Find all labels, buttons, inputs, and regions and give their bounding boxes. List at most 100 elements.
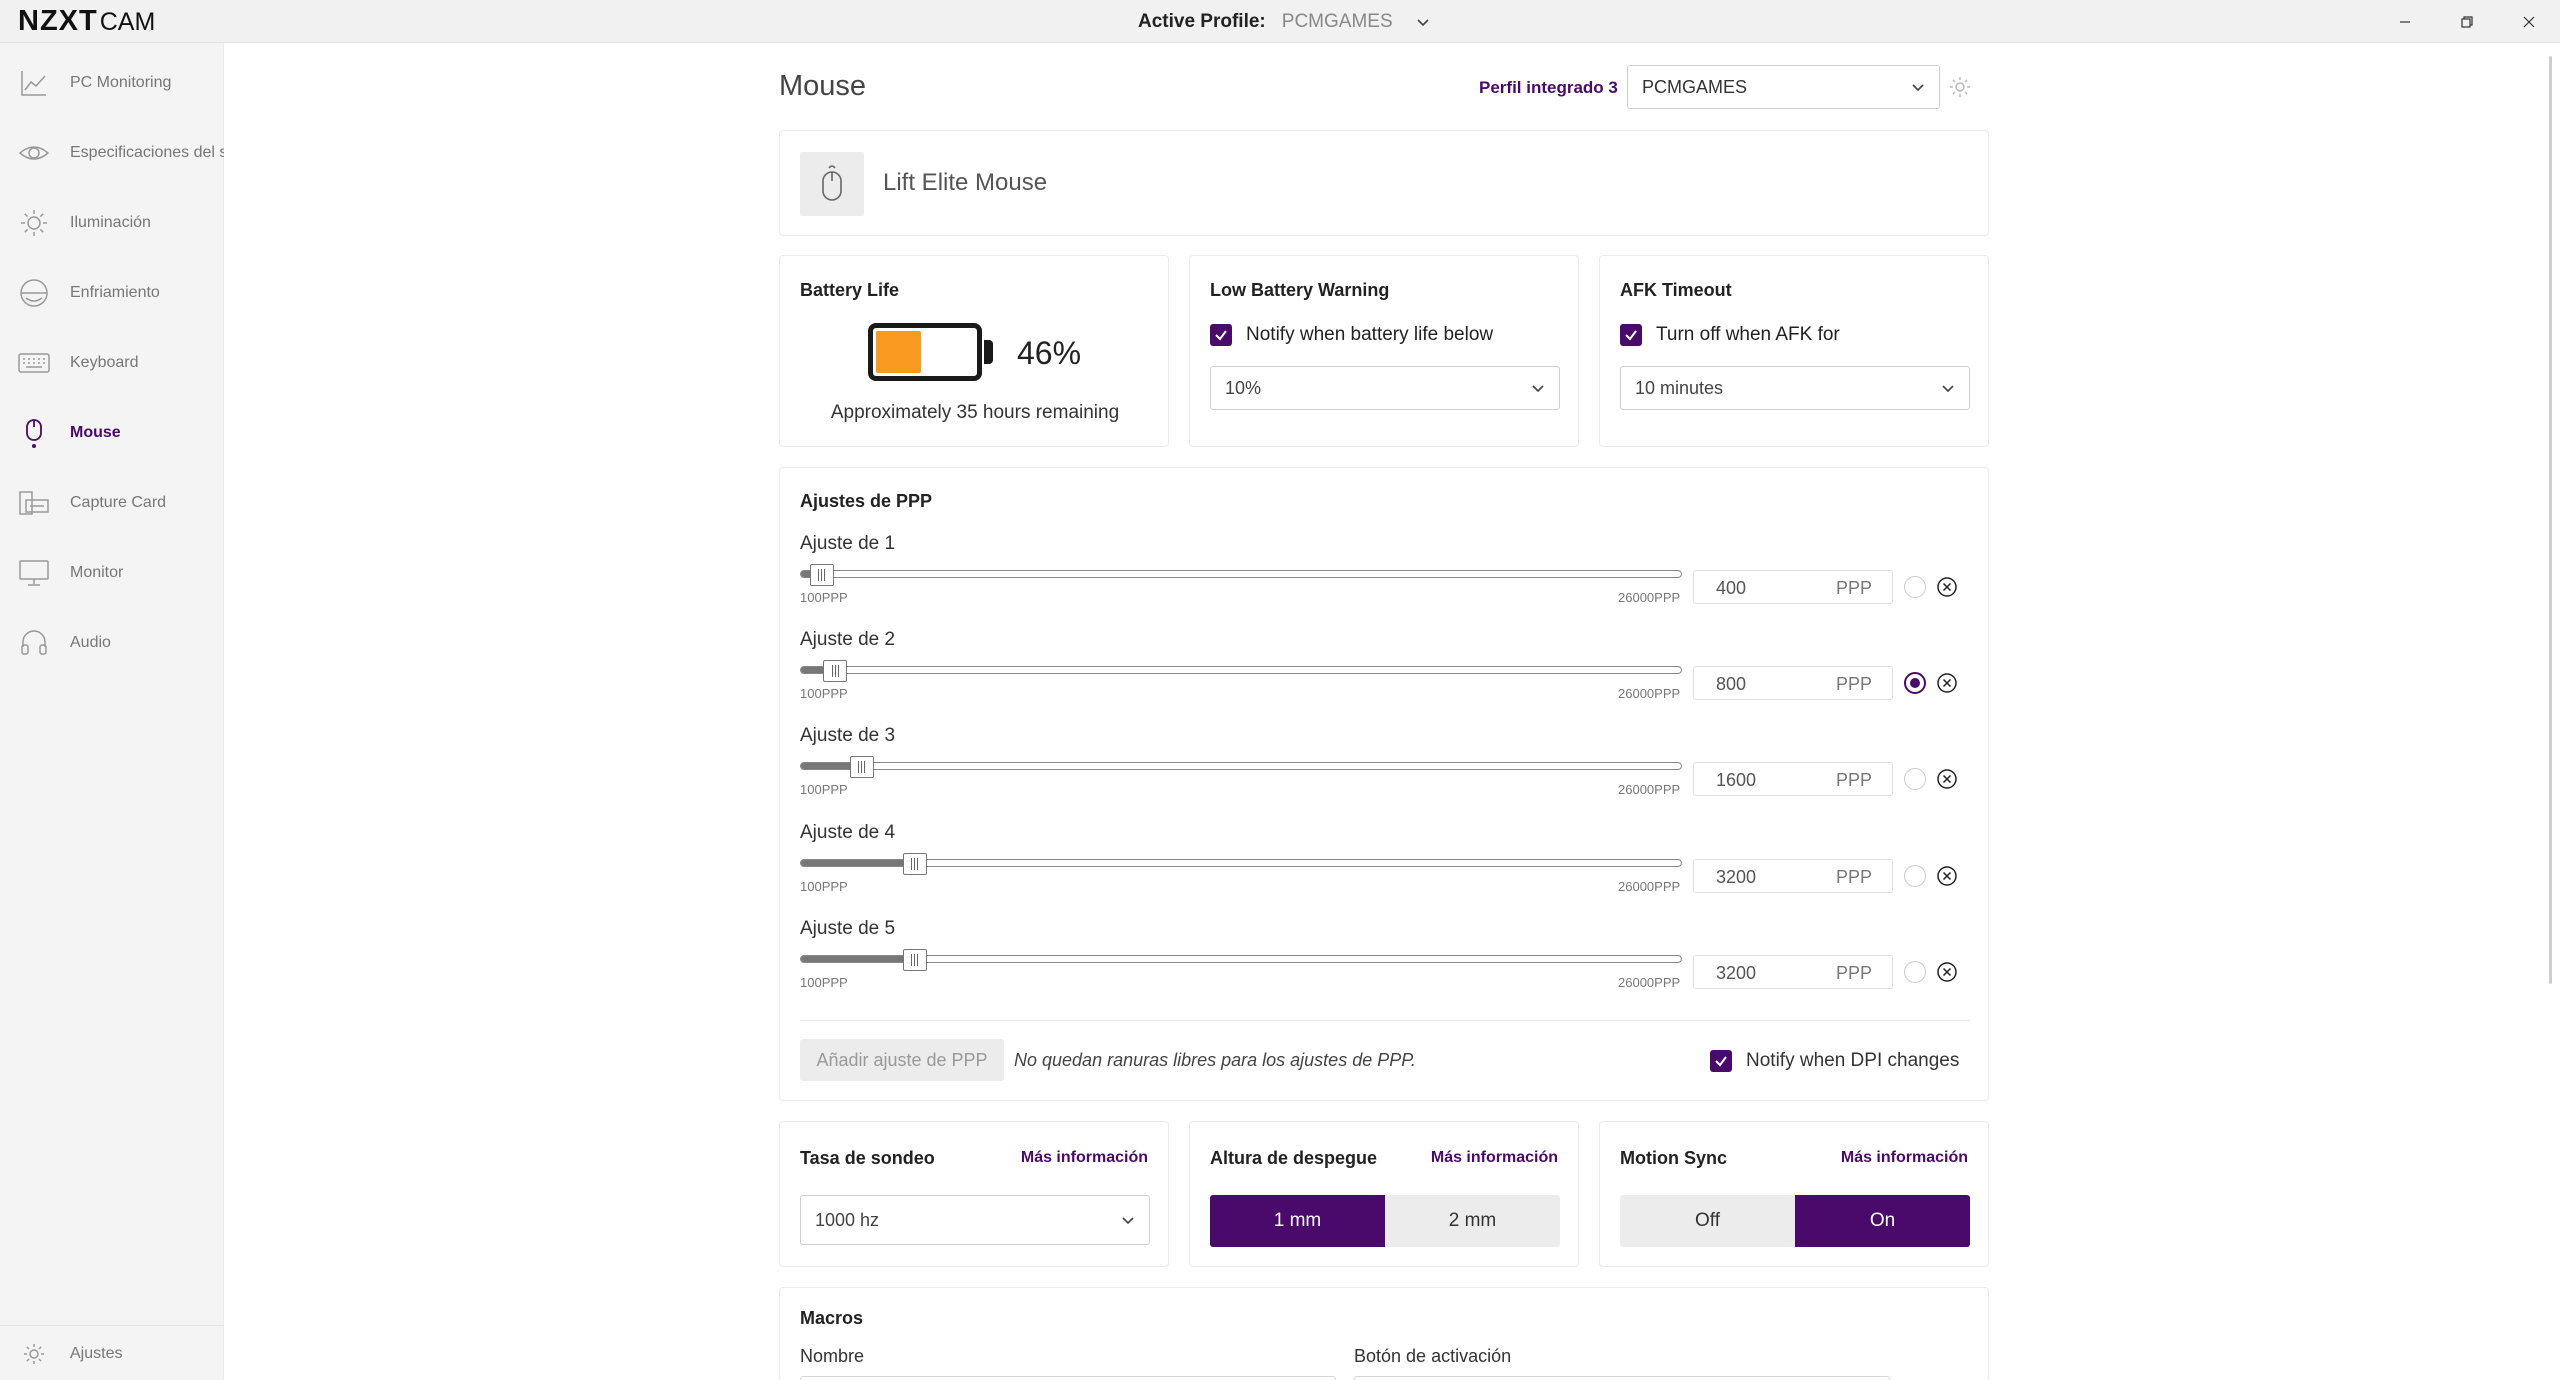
- dpi-value-input[interactable]: 1600 PPP: [1693, 762, 1893, 796]
- window-controls: [2374, 0, 2560, 43]
- dpi-value: 1600: [1716, 770, 1757, 790]
- remove-circle-icon[interactable]: [1936, 961, 1958, 983]
- dpi-value: 800: [1716, 674, 1747, 694]
- sidebar-item-system-specs[interactable]: Especificaciones del sistema: [0, 123, 224, 183]
- lift-off-option-2mm[interactable]: 2 mm: [1385, 1195, 1560, 1247]
- motion-sync-more-info-link[interactable]: Más información: [1841, 1149, 1968, 1167]
- motion-sync-option-off[interactable]: Off: [1620, 1195, 1795, 1247]
- polling-more-info-link[interactable]: Más información: [1021, 1149, 1148, 1167]
- checkmark-icon: [1625, 330, 1637, 341]
- afk-checkbox[interactable]: [1620, 324, 1642, 346]
- close-button[interactable]: [2498, 0, 2560, 43]
- low-battery-checkbox-row[interactable]: Notify when battery life below: [1210, 324, 1493, 346]
- sidebar-item-pc-monitoring[interactable]: PC Monitoring: [0, 53, 224, 113]
- macro-trigger-input[interactable]: [1354, 1376, 1890, 1380]
- dpi-unit: PPP: [1835, 578, 1872, 598]
- chart-line-icon: [17, 66, 51, 100]
- dpi-value-input[interactable]: 3200 PPP: [1693, 955, 1893, 989]
- macro-name-input[interactable]: [800, 1376, 1336, 1380]
- dpi-value-input[interactable]: 400 PPP: [1693, 570, 1893, 604]
- motion-sync-option-on[interactable]: On: [1795, 1195, 1970, 1247]
- dpi-slider-thumb[interactable]: [809, 564, 834, 586]
- low-battery-checkbox[interactable]: [1210, 324, 1232, 346]
- profile-select[interactable]: PCMGAMES: [1627, 65, 1940, 109]
- lift-off-segmented-control: 1 mm 2 mm: [1210, 1195, 1560, 1247]
- dpi-slider-track[interactable]: [800, 859, 1682, 867]
- dpi-stage-select-radio[interactable]: [1904, 672, 1926, 694]
- device-card: Lift Elite Mouse: [779, 130, 1989, 236]
- macros-name-column: Nombre: [800, 1346, 865, 1366]
- dpi-slider-thumb[interactable]: [849, 756, 874, 778]
- dpi-min-label: 100PPP: [800, 879, 848, 894]
- active-profile-value: PCMGAMES: [1281, 11, 1393, 32]
- sidebar-item-label: Keyboard: [70, 354, 139, 371]
- lift-off-distance-card: Altura de despegue Más información 1 mm …: [1189, 1121, 1579, 1267]
- logo-light: CAM: [99, 8, 156, 36]
- remove-circle-icon[interactable]: [1936, 865, 1958, 887]
- dpi-slider-thumb[interactable]: [823, 660, 848, 682]
- battery-percent: 46%: [1017, 335, 1082, 371]
- dpi-slider-track[interactable]: [800, 666, 1682, 674]
- sidebar-item-label: Mouse: [70, 424, 121, 441]
- dpi-stage-select-radio[interactable]: [1904, 865, 1926, 887]
- sidebar-item-label: Enfriamiento: [70, 284, 160, 301]
- polling-rate-value: 1000 hz: [815, 1209, 880, 1230]
- dpi-stage-select-radio[interactable]: [1904, 576, 1926, 598]
- low-battery-threshold-select[interactable]: 10%: [1210, 366, 1560, 410]
- notify-dpi-checkbox[interactable]: [1710, 1050, 1732, 1072]
- active-profile-picker[interactable]: Active Profile: PCMGAMES: [1138, 9, 1431, 35]
- remove-circle-icon[interactable]: [1936, 576, 1958, 598]
- sidebar-item-monitor[interactable]: Monitor: [0, 543, 224, 603]
- notify-dpi-checkbox-row[interactable]: Notify when DPI changes: [1710, 1050, 1959, 1072]
- dpi-slider-fill: [801, 860, 910, 866]
- sidebar-item-mouse[interactable]: Mouse: [0, 403, 224, 463]
- dpi-slider-thumb[interactable]: [902, 949, 927, 971]
- vertical-scrollbar[interactable]: [2549, 56, 2552, 984]
- sidebar-item-label: Audio: [70, 634, 111, 651]
- dpi-stage-select-radio[interactable]: [1904, 768, 1926, 790]
- dpi-min-label: 100PPP: [800, 590, 848, 605]
- sidebar-item-label: PC Monitoring: [70, 74, 172, 91]
- sidebar-item-cooling[interactable]: Enfriamiento: [0, 263, 224, 323]
- polling-rate-select[interactable]: 1000 hz: [800, 1195, 1150, 1245]
- lift-off-title: Altura de despegue: [1210, 1148, 1378, 1168]
- dpi-min-label: 100PPP: [800, 975, 848, 990]
- dpi-max-label: 26000PPP: [1618, 590, 1681, 605]
- lift-off-more-info-link[interactable]: Más información: [1431, 1149, 1558, 1167]
- restore-button[interactable]: [2436, 0, 2498, 43]
- dpi-slider-track[interactable]: [800, 762, 1682, 770]
- afk-checkbox-row[interactable]: Turn off when AFK for: [1620, 324, 1840, 346]
- sidebar-item-settings[interactable]: Ajustes: [0, 1326, 224, 1380]
- eye-icon: [17, 136, 51, 170]
- battery-remaining: Approximately 35 hours remaining: [830, 402, 1120, 423]
- gear-icon[interactable]: [1948, 75, 1972, 99]
- remove-circle-icon[interactable]: [1936, 672, 1958, 694]
- dpi-stage-row: Ajuste de 1 100PPP 26000PPP 400 PPP: [780, 533, 1990, 629]
- lift-off-option-1mm[interactable]: 1 mm: [1210, 1195, 1385, 1247]
- dpi-slider-fill: [801, 763, 857, 769]
- dpi-unit: PPP: [1835, 867, 1872, 887]
- dpi-settings-card: Ajustes de PPP Ajuste de 1 100PPP 26000PPP…: [779, 467, 1989, 1101]
- sidebar-item-audio[interactable]: Audio: [0, 613, 224, 673]
- dpi-slider-track[interactable]: [800, 570, 1682, 578]
- afk-timeout-select[interactable]: 10 minutes: [1620, 366, 1970, 410]
- chevron-down-icon: [1532, 385, 1544, 393]
- dpi-max-label: 26000PPP: [1618, 686, 1681, 701]
- dpi-value-input[interactable]: 3200 PPP: [1693, 859, 1893, 893]
- battery-life-card: Battery Life 46% Approximately 35 hours …: [779, 255, 1169, 447]
- dpi-min-label: 100PPP: [800, 686, 848, 701]
- dpi-value-input[interactable]: 800 PPP: [1693, 666, 1893, 700]
- dpi-slider-thumb[interactable]: [902, 853, 927, 875]
- sidebar-item-capture-card[interactable]: Capture Card: [0, 473, 224, 533]
- dpi-slider-track[interactable]: [800, 955, 1682, 963]
- add-dpi-stage-button[interactable]: Añadir ajuste de PPP: [800, 1039, 1004, 1081]
- sidebar-item-keyboard[interactable]: Keyboard: [0, 333, 224, 393]
- sidebar-item-lighting[interactable]: Iluminación: [0, 193, 224, 253]
- dpi-value: 400: [1716, 578, 1747, 598]
- dpi-stage-select-radio[interactable]: [1904, 961, 1926, 983]
- remove-circle-icon[interactable]: [1936, 768, 1958, 790]
- sidebar-item-label: Capture Card: [70, 494, 167, 511]
- minimize-button[interactable]: [2374, 0, 2436, 43]
- sidebar-item-label: Ajustes: [70, 1344, 123, 1362]
- battery-icon: [868, 323, 982, 381]
